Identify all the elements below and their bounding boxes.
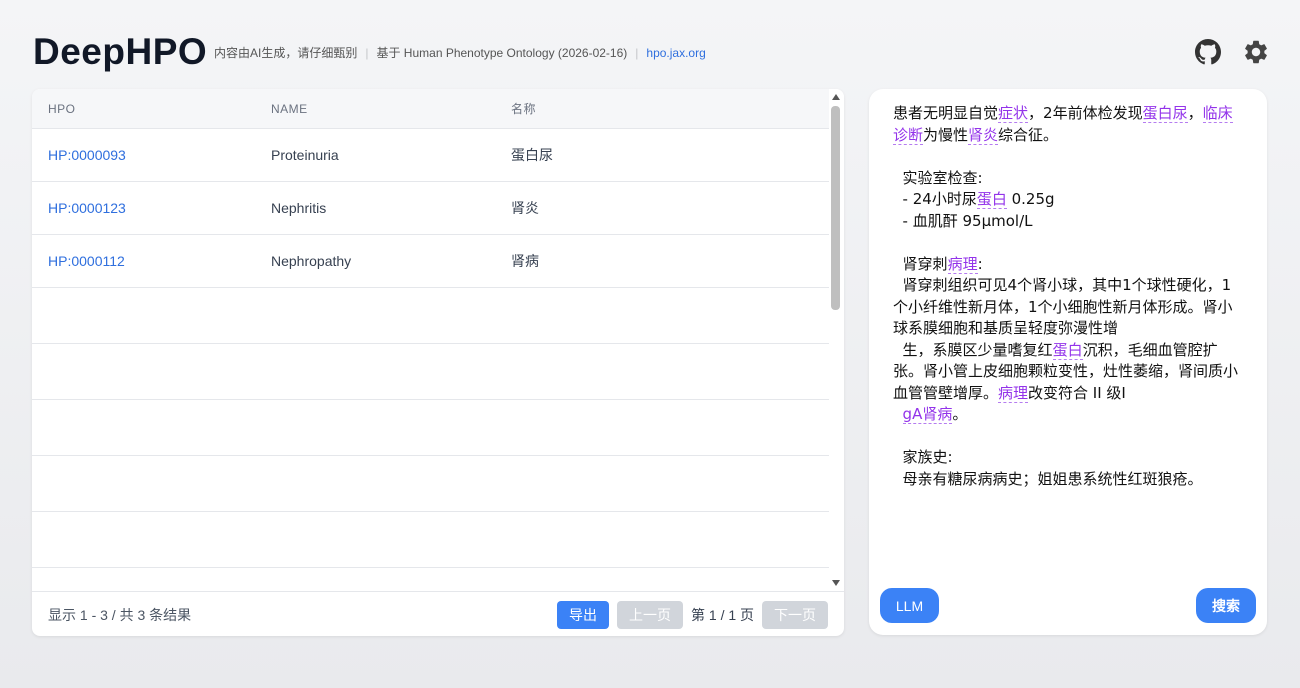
term-name-cn: 肾病 [511, 253, 539, 269]
next-page-button[interactable]: 下一页 [762, 600, 828, 629]
table-row[interactable]: HP:0000093 Proteinuria 蛋白尿 [32, 129, 829, 182]
hpo-id-link[interactable]: HP:0000123 [32, 200, 271, 216]
highlighted-term[interactable]: 蛋白 [976, 190, 1007, 209]
table-row[interactable]: HP:0000123 Nephritis 肾炎 [32, 182, 829, 235]
github-icon[interactable] [1194, 38, 1222, 66]
empty-row [32, 344, 829, 400]
search-button[interactable]: 搜索 [1196, 588, 1256, 623]
header: DeepHPO 内容由AI生成，请仔细甄别 | 基于 Human Phenotype… [33, 30, 1270, 74]
term-name: Proteinuria [271, 147, 339, 163]
term-name-cn: 蛋白尿 [511, 147, 553, 163]
term-name-cn: 肾炎 [511, 200, 539, 216]
term-name: Nephropathy [271, 253, 352, 269]
ontology-version: 基于 Human Phenotype Ontology (2026-02-16) [376, 46, 628, 60]
results-table: HPO NAME 名称 HP:0000093 Proteinuria 蛋白尿 H… [32, 89, 829, 591]
table-footer: 显示 1 - 3 / 共 3 条结果 导出 上一页 第 1 / 1 页 下一页 [32, 591, 844, 636]
header-subtitle: 内容由AI生成，请仔细甄别 | 基于 Human Phenotype Ontolog… [214, 46, 706, 60]
hpo-id-link[interactable]: HP:0000112 [32, 253, 271, 269]
highlighted-term[interactable]: 蛋白 [1052, 340, 1083, 360]
term-name: Nephritis [271, 200, 327, 216]
column-chinese-name: 名称 [511, 102, 537, 116]
result-count: 显示 1 - 3 / 共 3 条结果 [48, 606, 192, 623]
scrollbar-thumb[interactable] [831, 106, 840, 310]
text-segment: ，2年前体检发现 [1028, 104, 1143, 122]
gear-icon[interactable] [1242, 38, 1270, 66]
table-row[interactable]: HP:0000112 Nephropathy 肾病 [32, 235, 829, 288]
column-hpo: HPO [48, 101, 76, 116]
input-panel: 患者无明显自觉症状，2年前体检发现蛋白尿，临床诊断为慢性肾炎综合征。 实验室检查… [869, 89, 1267, 635]
empty-row [32, 288, 829, 344]
highlighted-term[interactable]: 病理 [998, 383, 1029, 403]
column-name: NAME [271, 101, 308, 116]
text-segment: 为慢性 [923, 125, 969, 144]
highlighted-term[interactable]: gA肾病 [902, 405, 953, 424]
app-title: DeepHPO [33, 31, 208, 72]
llm-button[interactable]: LLM [880, 588, 939, 623]
table-header: HPO NAME 名称 [32, 89, 829, 129]
empty-row [32, 512, 829, 568]
export-button[interactable]: 导出 [557, 600, 609, 629]
text-segment: ， [1187, 104, 1203, 122]
empty-row [32, 400, 829, 456]
prev-page-button[interactable]: 上一页 [617, 600, 683, 629]
text-segment: 患者无明显自觉 [893, 104, 999, 122]
highlighted-term[interactable]: 病理 [947, 254, 978, 274]
hpo-link[interactable]: hpo.jax.org [646, 46, 705, 60]
scroll-up-arrow-icon[interactable] [832, 94, 840, 100]
clinical-text-input[interactable]: 患者无明显自觉症状，2年前体检发现蛋白尿，临床诊断为慢性肾炎综合征。 实验室检查… [893, 103, 1245, 490]
table-scrollbar[interactable] [829, 89, 844, 591]
ai-disclaimer: 内容由AI生成，请仔细甄别 [214, 46, 358, 60]
scroll-down-arrow-icon[interactable] [832, 580, 840, 586]
page-indicator: 第 1 / 1 页 [691, 606, 755, 623]
highlighted-term[interactable]: 肾炎 [968, 125, 999, 145]
empty-row [32, 456, 829, 512]
highlighted-term[interactable]: 蛋白尿 [1142, 104, 1188, 123]
hpo-id-link[interactable]: HP:0000093 [32, 147, 271, 163]
results-panel: HPO NAME 名称 HP:0000093 Proteinuria 蛋白尿 H… [32, 89, 844, 636]
highlighted-term[interactable]: 症状 [998, 104, 1029, 123]
